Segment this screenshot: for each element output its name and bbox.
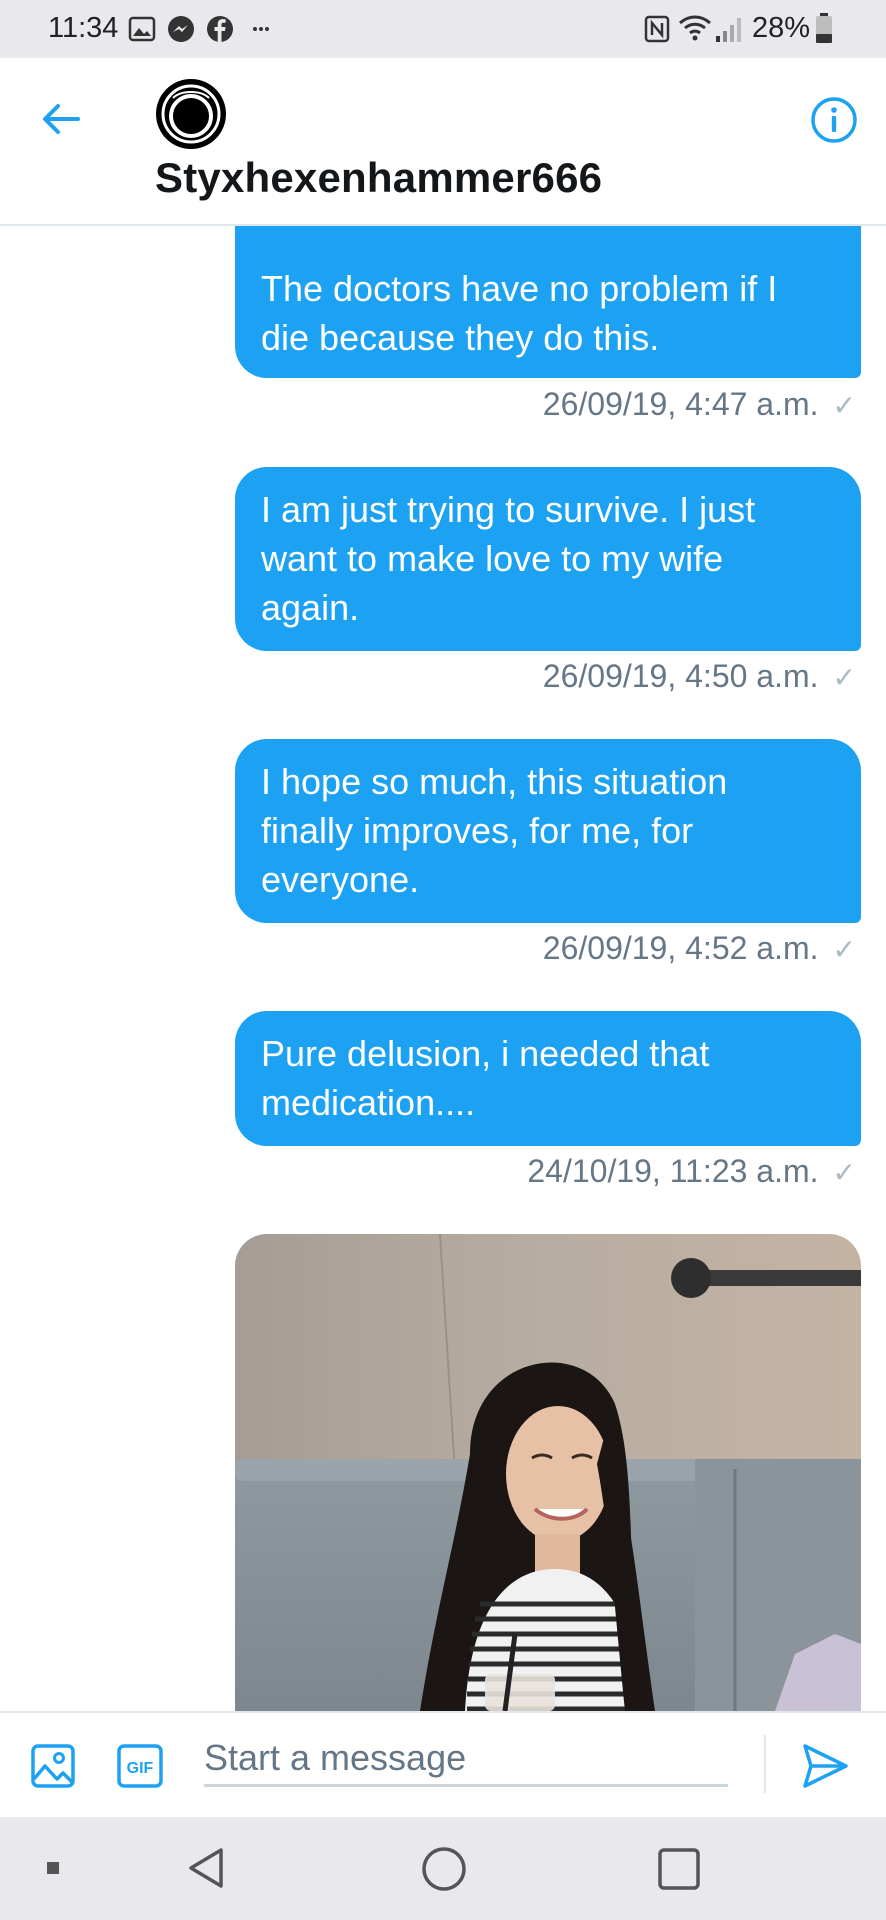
system-navigation-bar [0,1817,886,1920]
message-line: die because they do this. [261,317,660,358]
gif-label: GIF [127,1760,154,1777]
image-attach-icon[interactable] [30,1743,76,1789]
gif-button[interactable]: GIF [117,1744,163,1788]
send-icon[interactable] [800,1741,850,1791]
read-check-icon: ✓ [832,390,856,421]
message-line: I hope so much, this situation [261,761,728,802]
message-input[interactable] [204,1731,728,1787]
timestamp-text: 26/09/19, 4:47 a.m. [542,386,819,422]
status-bar: 11:34 28% [0,0,886,58]
read-check-icon: ✓ [832,662,856,693]
conversation-header: Styxhexenhammer666 [0,58,886,226]
more-icon [253,27,269,31]
battery-icon [816,13,832,43]
message-line: The doctors have no problem if I [261,268,778,309]
message-bubble[interactable]: Pure delusion, i needed that medication.… [235,1011,861,1146]
message-bubble[interactable]: I am just trying to survive. I just want… [235,467,861,651]
info-icon[interactable] [810,96,858,144]
message-timestamp: 26/09/19, 4:50 a.m. ✓ [543,658,856,695]
timestamp-text: 24/10/19, 11:23 a.m. [527,1153,819,1189]
signal-icon [716,18,741,42]
message-line: everyone. [261,859,420,900]
message-line: Pure delusion, i needed that [261,1033,710,1074]
message-timestamp: 26/09/19, 4:52 a.m. ✓ [543,930,856,967]
message-line: want to make love to my wife [261,538,724,579]
nfc-icon [644,15,670,43]
message-bubble[interactable]: The doctors have no problem if I die bec… [235,226,861,378]
read-check-icon: ✓ [832,934,856,965]
dot-icon[interactable] [46,1861,60,1875]
messenger-icon [168,16,194,42]
gallery-icon [128,16,156,42]
message-composer: GIF [0,1711,886,1817]
message-line: I am just trying to survive. I just [261,489,756,530]
back-triangle-icon[interactable] [186,1846,226,1890]
wifi-icon [679,15,711,41]
message-timestamp: 24/10/19, 11:23 a.m. ✓ [527,1153,856,1190]
timestamp-text: 26/09/19, 4:52 a.m. [542,930,819,966]
message-line: finally improves, for me, for [261,810,694,851]
photo-image [235,1234,861,1711]
message-line: again. [261,587,360,628]
home-circle-icon[interactable] [421,1846,467,1892]
conversation-handle[interactable]: Styxhexenhammer666 [155,154,602,202]
message-line: medication.... [261,1082,476,1123]
message-bubble[interactable]: I hope so much, this situation finally i… [235,739,861,923]
back-arrow-icon[interactable] [38,96,84,142]
composer-divider [764,1735,766,1793]
read-check-icon: ✓ [832,1157,856,1188]
timestamp-text: 26/09/19, 4:50 a.m. [542,658,819,694]
message-timestamp: 26/09/19, 4:47 a.m. ✓ [543,386,856,423]
battery-percent: 28% [752,12,811,44]
recents-square-icon[interactable] [657,1847,701,1891]
facebook-icon [207,16,233,42]
gif-icon: GIF [117,1744,163,1788]
photo-message[interactable] [235,1234,861,1711]
status-time: 11:34 [48,12,119,44]
avatar[interactable] [155,78,227,150]
